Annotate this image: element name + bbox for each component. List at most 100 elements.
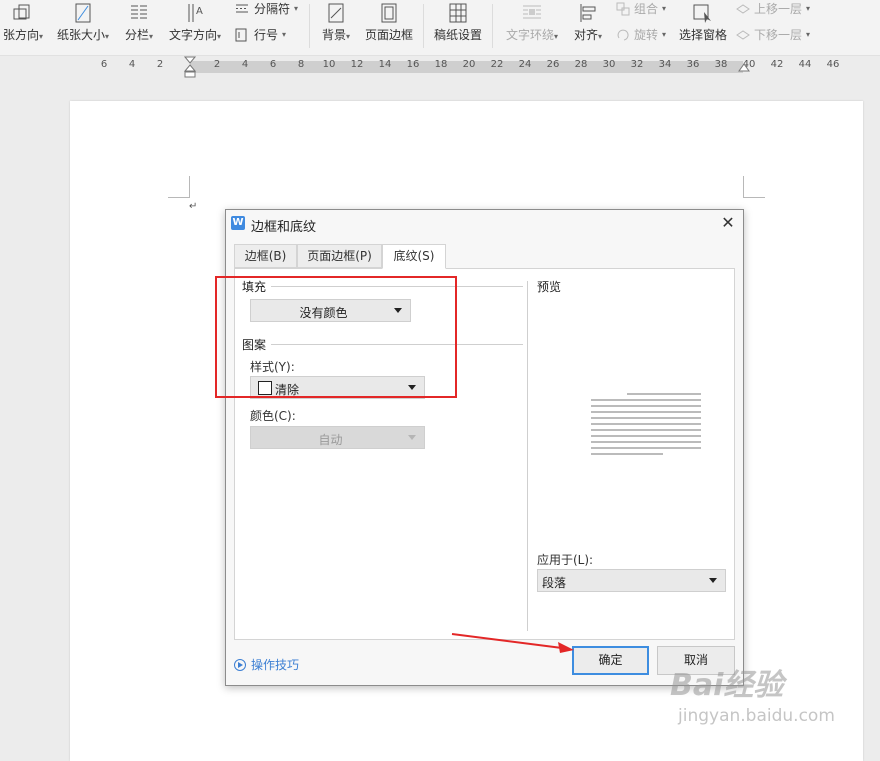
align-button[interactable]: 对齐▾ (569, 0, 607, 52)
ruler-tick-label: 12 (350, 59, 364, 70)
ruler-tick-label: 6 (100, 59, 108, 70)
svg-text:A: A (196, 6, 203, 17)
caret-icon: ▾ (806, 30, 811, 39)
apply-to-value: 段落 (542, 576, 567, 590)
ruler-tick-label: 38 (714, 59, 728, 70)
watermark-brand: Bai经验 (670, 668, 784, 703)
preview-label: 预览 (537, 280, 562, 294)
divider (527, 281, 528, 631)
tab-borders[interactable]: 边框(B) (234, 244, 297, 268)
toolbar-divider (309, 4, 310, 48)
corner-mark (743, 176, 765, 198)
ruler-tick-label: 28 (574, 59, 588, 70)
pattern-color-label: 颜色(C): (250, 409, 296, 423)
group-icon (616, 2, 630, 15)
watermark: Bai经验 jingyan.baidu.com (670, 660, 870, 740)
text-direction-label: 文字方向 (168, 28, 217, 42)
ruler-tick-label: 46 (826, 59, 840, 70)
manuscript-button[interactable]: 稿纸设置 (431, 0, 485, 52)
ruler-tick-label: 24 (518, 59, 532, 70)
line-numbers-icon (235, 28, 247, 41)
orientation-label: 张方向 (2, 28, 39, 42)
caret-icon: ▾ (294, 4, 299, 13)
selection-pane-button[interactable]: 选择窗格 (676, 0, 730, 52)
paragraph-mark: ↵ (189, 201, 198, 212)
corner-mark (168, 176, 190, 198)
paper-size-label: 纸张大小 (56, 28, 105, 42)
ruler-tick-label: 14 (378, 59, 392, 70)
text-direction-button[interactable]: A 文字方向▾ (164, 0, 226, 52)
rotate-label: 旋转 (634, 28, 659, 42)
tab-page-border[interactable]: 页面边框(P) (297, 244, 382, 268)
right-indent-marker-icon[interactable] (738, 63, 750, 75)
ruler-tick-label: 36 (686, 59, 700, 70)
rotate-icon (617, 29, 629, 40)
text-wrap-button[interactable]: 文字环绕▾ (500, 0, 564, 52)
ruler-tick-label: 6 (269, 59, 277, 70)
background-button[interactable]: 背景▾ (316, 0, 356, 52)
columns-button[interactable]: 分栏▾ (119, 0, 159, 52)
caret-icon: ▾ (662, 30, 667, 39)
caret-icon: ▾ (105, 32, 110, 41)
orientation-button[interactable]: 张方向▾ (0, 0, 46, 52)
ribbon-toolbar: 张方向▾ 纸张大小▾ 分栏▾ A 文字方向▾ 分隔符 ▾ 行号 ▾ 背景▾ 页面边框… (0, 0, 880, 56)
tips-link[interactable]: 操作技巧 (234, 656, 299, 673)
chevron-down-icon (709, 578, 717, 583)
ruler-tick-label: 2 (156, 59, 164, 70)
align-label: 对齐 (573, 28, 598, 42)
close-icon[interactable]: ✕ (719, 213, 737, 232)
chevron-down-icon (408, 435, 416, 440)
page-border-label: 页面边框 (364, 28, 413, 42)
wps-writer-icon: W (231, 216, 245, 230)
dialog-title-bar[interactable]: W 边框和底纹 ✕ (226, 210, 743, 238)
group-button[interactable]: 组合 ▾ (616, 0, 666, 17)
background-label: 背景 (321, 28, 346, 42)
breaks-button[interactable]: 分隔符 ▾ (234, 0, 298, 17)
caret-icon: ▾ (282, 30, 287, 39)
toolbar-divider (492, 4, 493, 48)
caret-icon: ▾ (662, 4, 667, 13)
text-wrap-icon (523, 5, 541, 19)
ruler-tick-label: 44 (798, 59, 812, 70)
ruler-tick-label: 22 (490, 59, 504, 70)
preview-area (591, 393, 701, 455)
send-backward-label: 下移一层 (754, 28, 803, 42)
ruler-tick-label: 8 (297, 59, 305, 70)
ruler-tick-label: 18 (434, 59, 448, 70)
selection-pane-icon (693, 4, 711, 23)
line-numbers-button[interactable]: 行号 ▾ (234, 26, 286, 43)
ruler-tick-label: 26 (546, 59, 560, 70)
pattern-color-value: 自动 (318, 433, 343, 447)
pattern-color-dropdown[interactable]: 自动 (250, 426, 425, 449)
play-icon (234, 658, 246, 671)
align-icon (580, 4, 596, 22)
page-border-button[interactable]: 页面边框 (362, 0, 416, 52)
manuscript-label: 稿纸设置 (433, 28, 482, 42)
bring-forward-label: 上移一层 (754, 2, 803, 16)
ok-button[interactable]: 确定 (572, 646, 649, 675)
background-icon (328, 3, 344, 23)
ruler-tick-label: 16 (406, 59, 420, 70)
columns-label: 分栏 (124, 28, 149, 42)
tab-shading[interactable]: 底纹(S) (382, 244, 446, 269)
ruler-tick-label: 34 (658, 59, 672, 70)
columns-icon (131, 5, 147, 19)
apply-to-dropdown[interactable]: 段落 (537, 569, 726, 592)
horizontal-ruler[interactable]: 6 4 2 2 4 6 8 10 12 14 16 18 20 22 24 26 28 30 32 34 36 38 40 4… (0, 56, 880, 78)
bring-forward-button[interactable]: 上移一层 ▾ (736, 0, 810, 17)
ruler-tick-label: 4 (241, 59, 249, 70)
caret-icon: ▾ (39, 32, 44, 41)
breaks-label: 分隔符 (254, 2, 291, 16)
caret-icon: ▾ (346, 32, 351, 41)
breaks-icon (236, 4, 248, 12)
send-backward-button[interactable]: 下移一层 ▾ (736, 26, 810, 43)
rotate-button[interactable]: 旋转 ▾ (616, 26, 666, 43)
annotation-arrow-icon (451, 633, 574, 653)
page-border-icon (381, 3, 397, 23)
paper-size-button[interactable]: 纸张大小▾ (50, 0, 116, 52)
paper-size-icon (75, 3, 91, 23)
indent-marker-icon[interactable] (184, 56, 196, 78)
caret-icon: ▾ (554, 32, 559, 41)
line-numbers-label: 行号 (254, 28, 279, 42)
ruler-tick-label: 42 (770, 59, 784, 70)
